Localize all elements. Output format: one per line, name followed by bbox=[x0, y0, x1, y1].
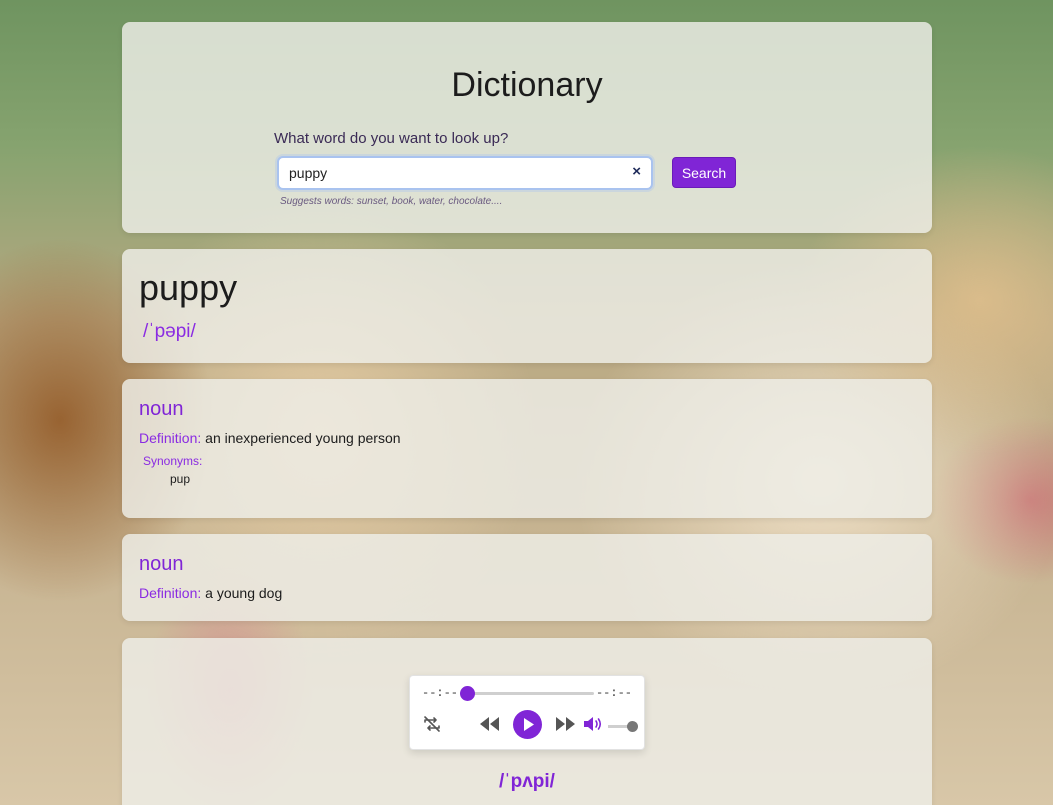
search-hint: Suggests words: sunset, book, water, cho… bbox=[280, 196, 503, 207]
volume-slider[interactable] bbox=[608, 721, 638, 732]
search-box[interactable]: × bbox=[277, 156, 653, 190]
volume-icon[interactable] bbox=[583, 715, 603, 738]
definition-label: Definition: bbox=[139, 585, 202, 601]
progress-handle[interactable] bbox=[460, 686, 475, 701]
definition: Definition: an inexperienced young perso… bbox=[139, 430, 401, 446]
word-phonetic: /ˈpəpi/ bbox=[143, 321, 196, 342]
definition-text: a young dog bbox=[201, 585, 283, 601]
synonyms-label: Synonyms: bbox=[143, 454, 203, 468]
search-input[interactable] bbox=[289, 163, 609, 183]
definition-label: Definition: bbox=[139, 430, 202, 446]
clear-icon[interactable]: × bbox=[632, 163, 641, 180]
loop-icon[interactable] bbox=[422, 715, 442, 738]
synonym-item: pup bbox=[170, 472, 191, 486]
play-button[interactable] bbox=[513, 710, 542, 739]
play-icon bbox=[524, 718, 534, 731]
definition: Definition: a young dog bbox=[139, 585, 282, 601]
fast-forward-icon[interactable] bbox=[554, 715, 578, 738]
definition-text: an inexperienced young person bbox=[201, 430, 401, 446]
search-button[interactable]: Search bbox=[672, 157, 736, 188]
total-time: --:-- bbox=[595, 686, 632, 700]
current-time: --:-- bbox=[422, 686, 459, 700]
audio-card: --:-- --:-- /ˈpʌpi/ bbox=[122, 638, 932, 805]
volume-handle[interactable] bbox=[627, 721, 638, 732]
search-card: Dictionary What word do you want to look… bbox=[122, 22, 932, 233]
meaning-card: noun Definition: a young dog bbox=[122, 534, 932, 621]
rewind-icon[interactable] bbox=[478, 715, 502, 738]
meaning-card: noun Definition: an inexperienced young … bbox=[122, 379, 932, 518]
part-of-speech: noun bbox=[139, 553, 184, 575]
audio-phonetic: /ˈpʌpi/ bbox=[499, 771, 555, 792]
word-card: puppy /ˈpəpi/ bbox=[122, 249, 932, 363]
part-of-speech: noun bbox=[139, 398, 184, 420]
search-label: What word do you want to look up? bbox=[274, 130, 509, 147]
audio-player: --:-- --:-- bbox=[409, 675, 645, 750]
progress-bar[interactable] bbox=[460, 686, 594, 701]
app-title: Dictionary bbox=[451, 66, 603, 104]
word-title: puppy bbox=[139, 267, 238, 308]
